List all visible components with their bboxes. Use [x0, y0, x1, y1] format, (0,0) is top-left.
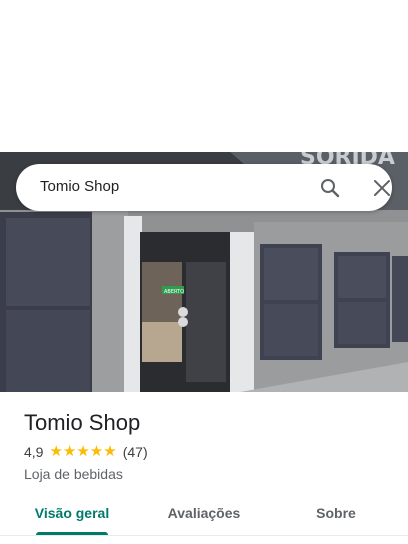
place-tabs: Visão geral Avaliações Sobre: [0, 494, 408, 538]
tab-reviews[interactable]: Avaliações: [150, 494, 258, 534]
tab-about[interactable]: Sobre: [292, 494, 380, 534]
rating-value: 4,9: [24, 444, 44, 460]
door-sign-text: ABERTO: [164, 289, 184, 295]
search-input[interactable]: Tomio Shop: [40, 178, 119, 196]
review-count[interactable]: (47): [123, 444, 148, 460]
tabs-divider: [0, 535, 408, 536]
map-blank-area: [0, 0, 408, 152]
star-rating-icon: ★★★★★: [49, 443, 117, 460]
close-icon[interactable]: [370, 176, 394, 200]
search-box[interactable]: Tomio Shop: [16, 164, 392, 211]
search-icon[interactable]: [318, 176, 342, 200]
rating-row[interactable]: 4,9 ★★★★★ (47): [24, 443, 148, 461]
place-title: Tomio Shop: [24, 410, 141, 435]
tab-overview[interactable]: Visão geral: [20, 494, 124, 534]
place-category[interactable]: Loja de bebidas: [24, 465, 123, 483]
